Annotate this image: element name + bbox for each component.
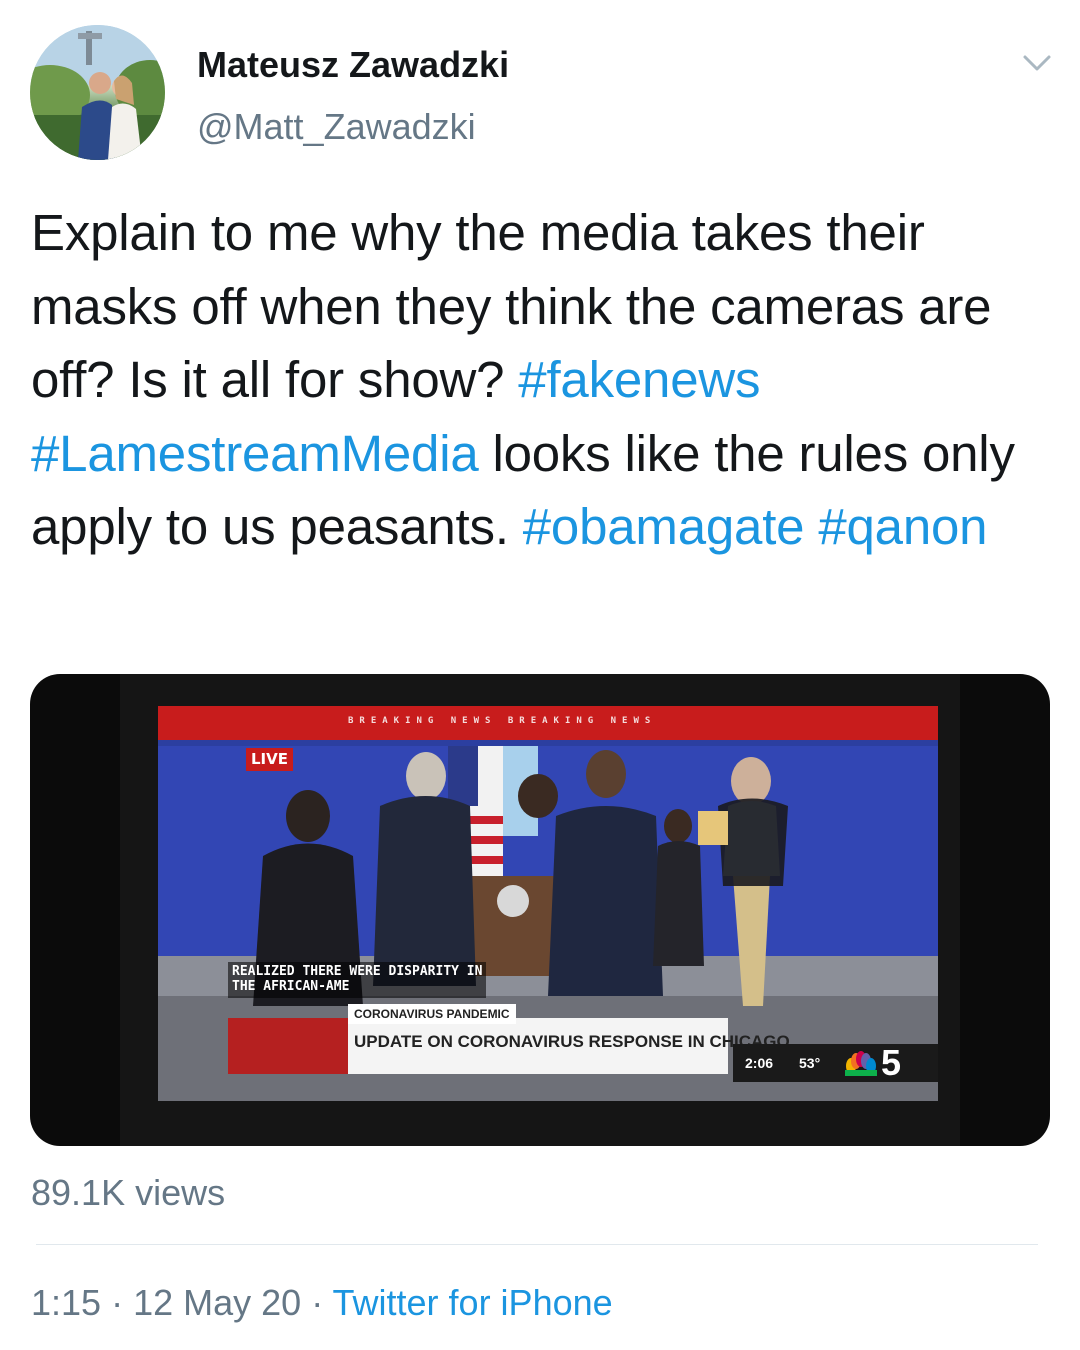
author-display-name[interactable]: Mateusz Zawadzki (197, 44, 509, 86)
meta-separator: · (301, 1282, 333, 1323)
lower-third-graphic (228, 1018, 348, 1074)
tweet-metadata: 1:15 · 12 May 20 · Twitter for iPhone (31, 1282, 613, 1324)
tweet-text-segment: Explain to me why the media takes their … (31, 204, 992, 408)
chevron-down-icon[interactable] (1022, 52, 1052, 74)
tweet-source-link[interactable]: Twitter for iPhone (333, 1282, 613, 1323)
clock-bar: 2:06 53° 5 (733, 1042, 938, 1083)
caption-line-2: THE AFRICAN-AME (232, 979, 350, 994)
breaking-news-banner: BREAKING NEWS BREAKING NEWS (158, 706, 938, 740)
hashtag-qanon[interactable]: #qanon (818, 498, 987, 555)
closed-caption: REALIZED THERE WERE DISPARITY IN THE AFR… (228, 962, 487, 998)
hashtag-fakenews[interactable]: #fakenews (518, 351, 760, 408)
lower-third-kicker: CORONAVIRUS PANDEMIC (348, 1004, 516, 1024)
lower-third: CORONAVIRUS PANDEMIC UPDATE ON CORONAVIR… (228, 1004, 790, 1074)
tweet-date[interactable]: 12 May 20 (133, 1282, 301, 1323)
tv-screen: BREAKING NEWS BREAKING NEWS LIVE REALIZE… (158, 706, 938, 1101)
tweet-text-segment (804, 498, 818, 555)
avatar[interactable] (30, 25, 165, 160)
caption-line-1: REALIZED THERE WERE DISPARITY IN (232, 964, 483, 979)
author-handle[interactable]: @Matt_Zawadzki (197, 106, 476, 148)
view-count[interactable]: 89.1K views (31, 1172, 225, 1214)
hashtag-lamestreammedia[interactable]: #LamestreamMedia (31, 425, 479, 482)
live-badge-text: LIVE (251, 750, 288, 768)
hashtag-obamagate[interactable]: #obamagate (523, 498, 805, 555)
live-badge: LIVE (246, 748, 293, 771)
broadcast-temperature: 53° (799, 1055, 821, 1071)
lower-third-kicker-text: CORONAVIRUS PANDEMIC (354, 1007, 510, 1021)
tweet-time[interactable]: 1:15 (31, 1282, 101, 1323)
meta-separator: · (101, 1282, 134, 1323)
tweet-text: Explain to me why the media takes their … (31, 196, 1061, 564)
nbc-peacock-icon (845, 1051, 877, 1076)
lower-third-headline: UPDATE ON CORONAVIRUS RESPONSE IN CHICAG… (354, 1032, 790, 1051)
divider (36, 1244, 1038, 1245)
tweet-video[interactable]: BREAKING NEWS BREAKING NEWS LIVE REALIZE… (30, 674, 1050, 1146)
banner-text: BREAKING NEWS BREAKING NEWS (348, 716, 657, 726)
channel-number: 5 (881, 1042, 902, 1083)
profile-photo-icon (30, 25, 165, 160)
broadcast-clock: 2:06 (745, 1055, 774, 1071)
